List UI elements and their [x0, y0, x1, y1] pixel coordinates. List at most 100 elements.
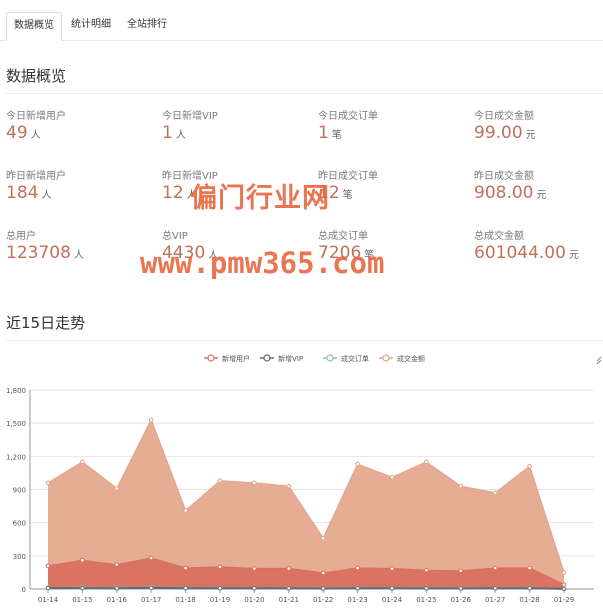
tab-overview[interactable]: 数据概览	[6, 12, 62, 41]
stat-label: 今日成交金额	[474, 111, 534, 122]
data-point[interactable]	[320, 570, 326, 576]
x-tick-label: 01-22	[313, 596, 333, 604]
y-tick-label: 300	[13, 553, 26, 561]
legend-item[interactable]: 新增VIP	[260, 354, 303, 363]
legend-item[interactable]: 成交订单	[323, 354, 369, 363]
y-tick-label: 600	[13, 520, 26, 528]
legend-label: 新增用户	[222, 354, 250, 363]
data-point[interactable]	[80, 459, 85, 465]
stat-label: 今日成交订单	[318, 111, 378, 122]
x-tick-label: 01-18	[175, 596, 195, 604]
stat-label: 今日新增用户	[6, 111, 66, 122]
stat-unit: 人	[175, 130, 186, 141]
legend-swatch-marker	[263, 354, 271, 362]
data-point[interactable]	[286, 483, 292, 489]
x-tick-label: 01-20	[244, 596, 264, 604]
x-tick-label: 01-14	[38, 596, 59, 604]
legend-label: 成交订单	[341, 354, 369, 363]
trend-title: 近15日走势	[6, 314, 86, 332]
tab-stats-detail[interactable]: 统计明细	[66, 12, 116, 38]
stat-today-amount: 今日成交金额 99.00 元	[474, 107, 603, 143]
data-point[interactable]	[561, 582, 567, 587]
toolbox-icon[interactable]	[596, 356, 602, 365]
legend-label: 成交金额	[397, 354, 425, 363]
x-tick-label: 01-16	[107, 596, 128, 604]
data-point[interactable]	[527, 565, 532, 571]
data-point[interactable]	[458, 568, 464, 574]
x-tick-label: 01-27	[485, 596, 505, 604]
x-tick-label: 01-15	[72, 596, 92, 604]
stat-today-orders: 今日成交订单 1笔	[318, 107, 468, 143]
stat-value: 1	[162, 123, 173, 143]
stat-unit: 人	[30, 130, 41, 141]
data-point[interactable]	[80, 557, 85, 563]
stat-value: 123708	[6, 243, 71, 263]
data-point[interactable]	[286, 566, 292, 571]
data-point[interactable]	[561, 570, 567, 575]
stat-label: 今日新增VIP	[162, 111, 218, 122]
stat-label: 昨日新增用户	[6, 171, 66, 182]
data-point[interactable]	[252, 480, 257, 486]
data-point[interactable]	[148, 417, 154, 423]
stat-value: 12	[162, 183, 184, 203]
data-point[interactable]	[355, 565, 360, 571]
stat-unit: 笔	[342, 190, 353, 201]
chart-legend[interactable]: 新增用户 新增VIP 成交订单 成交金额	[204, 354, 425, 363]
legend-label: 新增VIP	[278, 354, 303, 363]
legend-item[interactable]: 成交金额	[379, 354, 425, 363]
x-tick-label: 01-25	[416, 596, 436, 604]
data-point[interactable]	[389, 566, 395, 571]
stat-label: 总用户	[6, 231, 36, 242]
data-point[interactable]	[389, 475, 395, 480]
overview-divider	[6, 93, 603, 94]
data-point[interactable]	[355, 461, 360, 467]
x-tick-label: 01-28	[519, 596, 539, 604]
data-point[interactable]	[45, 563, 51, 569]
stat-label: 总成交订单	[318, 231, 368, 242]
stat-value: 908.00	[474, 183, 534, 203]
data-point[interactable]	[492, 490, 498, 496]
data-point[interactable]	[183, 508, 188, 513]
tab-bar: 数据概览 统计明细 全站排行	[0, 0, 603, 41]
overview-title: 数据概览	[6, 67, 67, 85]
stat-today-new-users: 今日新增用户 49 人	[6, 107, 156, 143]
data-point[interactable]	[114, 486, 120, 491]
data-point[interactable]	[217, 564, 223, 570]
x-tick-label: 01-21	[279, 596, 299, 604]
stat-unit: 元	[568, 250, 579, 261]
data-point[interactable]	[183, 565, 188, 571]
y-tick-label: 1,800	[6, 387, 26, 395]
data-point[interactable]	[424, 459, 429, 465]
stat-total-amount: 总成交金额 601044.00 元	[474, 227, 603, 263]
x-tick-label: 01-26	[451, 596, 472, 604]
x-tick-label: 01-29	[554, 596, 574, 604]
stat-unit: 笔	[331, 130, 342, 141]
stat-yesterday-amount: 昨日成交金额 908.00 元	[474, 167, 603, 203]
stat-unit: 人	[41, 190, 52, 201]
stat-total-users: 总用户 123708 人	[6, 227, 156, 263]
data-point[interactable]	[492, 565, 498, 571]
stat-label: 总成交金额	[474, 231, 524, 242]
data-point[interactable]	[217, 478, 223, 483]
watermark-title: 偏门行业网	[190, 183, 330, 214]
data-point[interactable]	[320, 535, 326, 541]
data-point[interactable]	[424, 567, 429, 573]
x-tick-label: 01-23	[347, 596, 367, 604]
data-point[interactable]	[114, 562, 120, 567]
data-point[interactable]	[148, 555, 154, 561]
x-tick-label: 01-24	[382, 596, 403, 604]
trend-divider	[6, 340, 603, 341]
y-tick-label: 900	[13, 487, 26, 495]
watermark-url: www.pmw365.com	[140, 246, 385, 280]
stat-yesterday-new-users: 昨日新增用户 184 人	[6, 167, 156, 203]
stat-value: 1	[318, 123, 329, 143]
stat-unit: 元	[536, 190, 547, 201]
legend-item[interactable]: 新增用户	[204, 354, 250, 363]
stat-label: 昨日成交订单	[318, 171, 378, 182]
stat-label: 总VIP	[162, 231, 188, 242]
data-point[interactable]	[252, 566, 257, 571]
data-point[interactable]	[45, 480, 51, 486]
tab-site-ranking[interactable]: 全站排行	[122, 12, 172, 38]
data-point[interactable]	[527, 463, 532, 469]
data-point[interactable]	[458, 483, 464, 489]
